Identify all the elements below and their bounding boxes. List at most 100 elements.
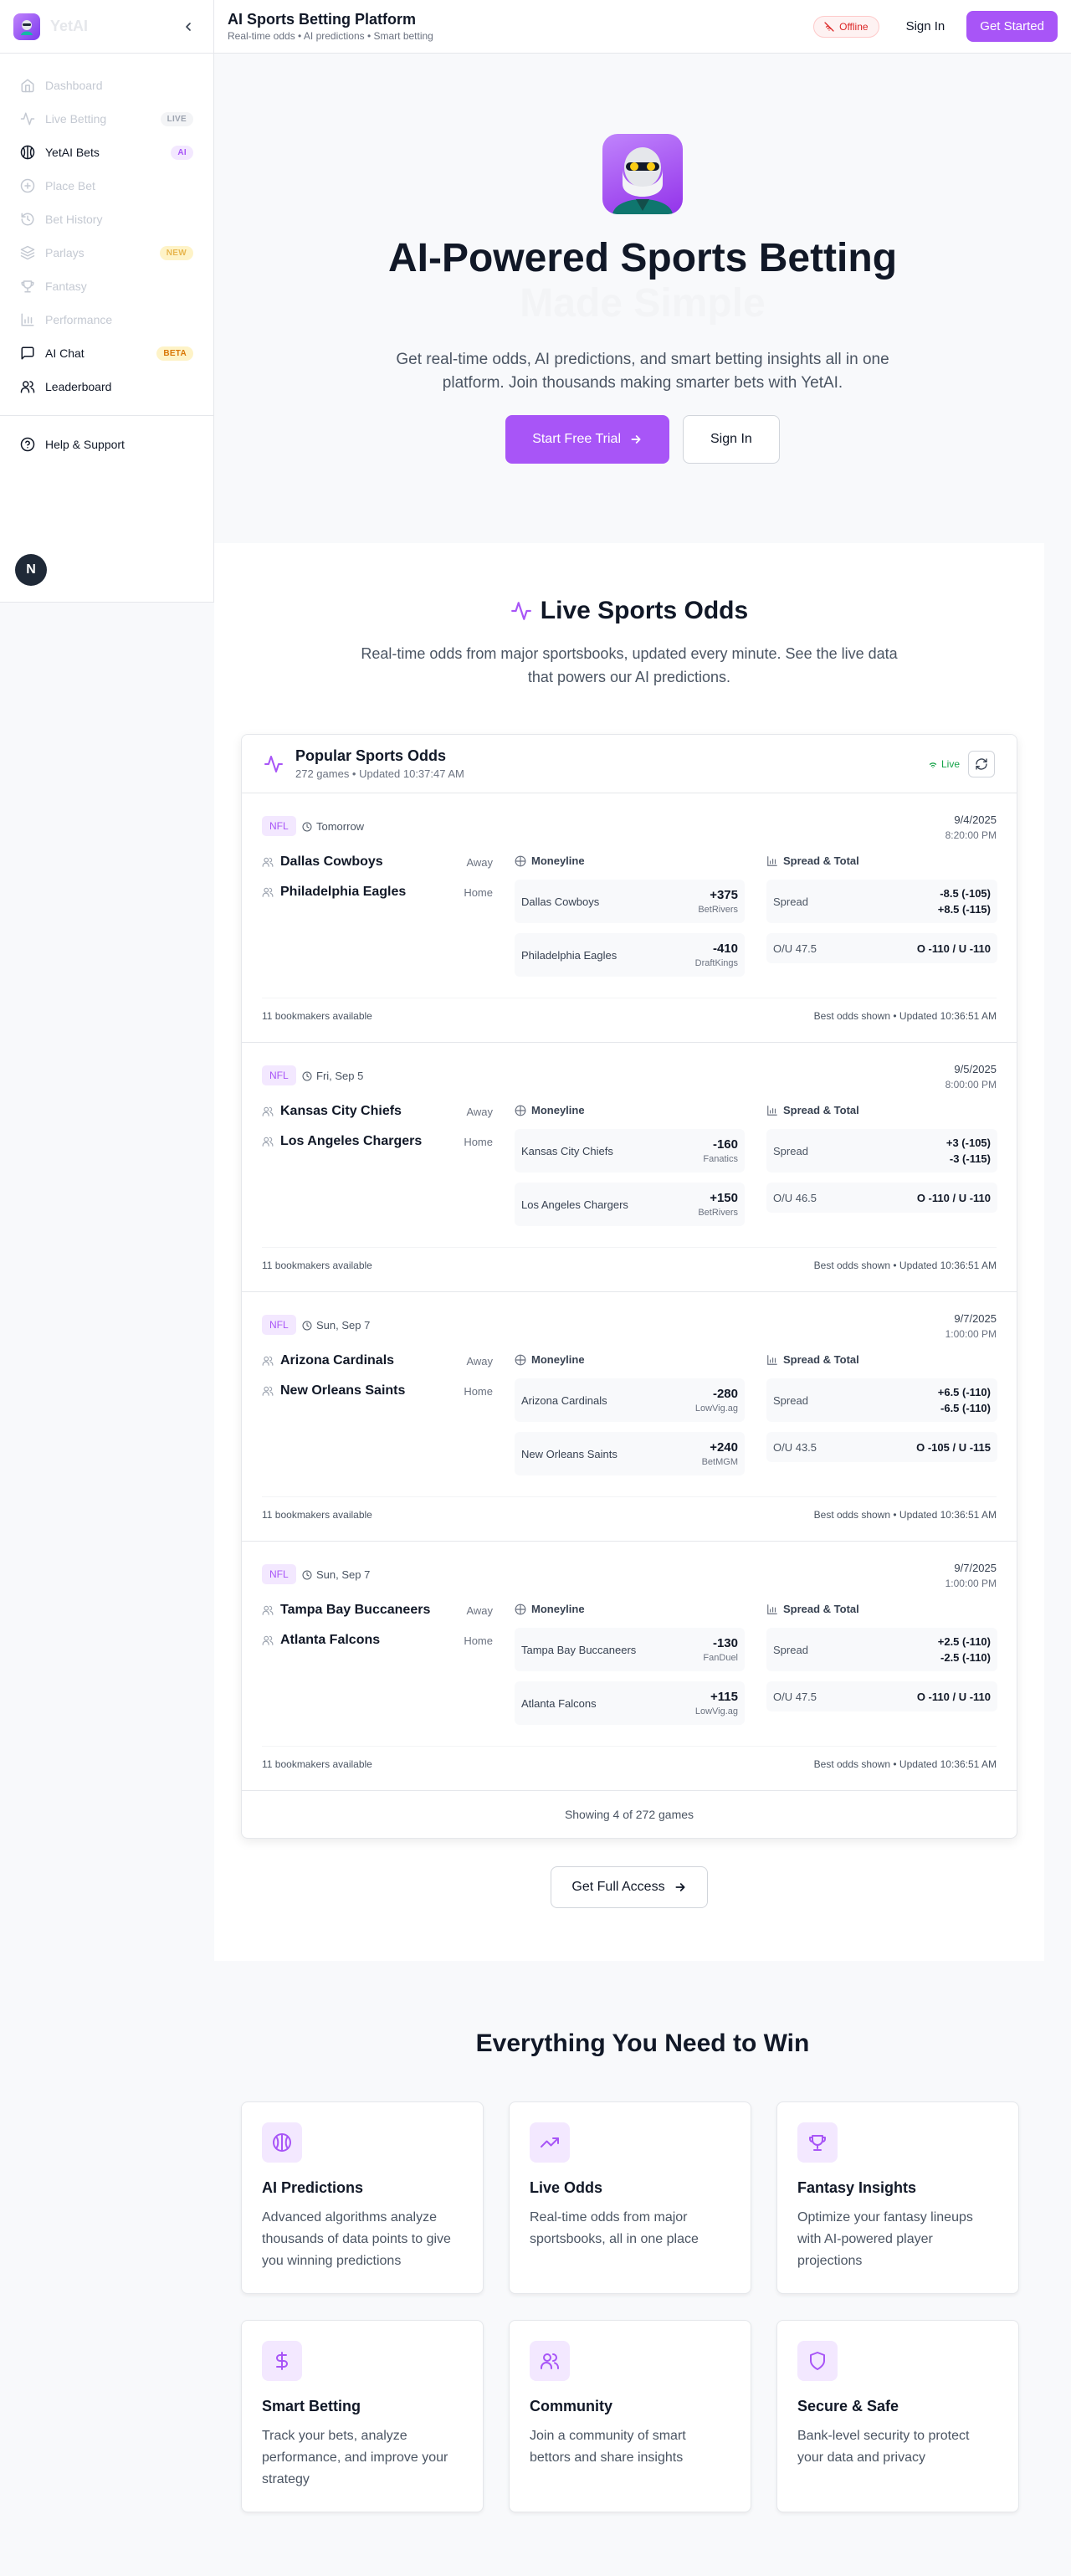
moneyline-price: -410 xyxy=(712,942,738,956)
game-time: 1:00:00 PM xyxy=(945,1578,997,1589)
trending-up-icon xyxy=(541,2137,559,2148)
spread-total-header: Spread & Total xyxy=(766,854,859,867)
total-row[interactable]: O/U 47.5 O -110 / U -110 xyxy=(766,933,997,963)
away-label: Away xyxy=(466,1354,493,1368)
odds-updated: Best odds shown • Updated 10:36:51 AM xyxy=(813,1260,997,1271)
total-label: O/U 46.5 xyxy=(773,1191,817,1204)
user-icon xyxy=(262,1355,274,1367)
moneyline-away[interactable]: Tampa Bay Buccaneers -130 FanDuel xyxy=(515,1628,745,1671)
feature-card: Secure & Safe Bank-level security to prot… xyxy=(776,2320,1019,2512)
sidebar-item-live-betting[interactable]: Live Betting LIVE xyxy=(10,102,203,136)
spread-label: Spread xyxy=(773,1643,808,1656)
moneyline-price: +115 xyxy=(710,1690,738,1704)
sidebar-item-place-bet[interactable]: Place Bet xyxy=(10,169,203,203)
page-title: AI Sports Betting Platform xyxy=(228,11,417,28)
spread-values: -8.5 (-105) +8.5 (-115) xyxy=(938,885,991,917)
user-icon xyxy=(262,856,274,868)
home-team: Philadelphia Eagles Home xyxy=(262,885,493,900)
help-circle-icon xyxy=(20,437,35,452)
refresh-button[interactable] xyxy=(968,750,995,777)
game-row: NFL Fri, Sep 5 9/5/2025 8:00:00 PM Kansa… xyxy=(242,1043,1017,1292)
showing-count: Showing 4 of 272 games xyxy=(564,1808,694,1821)
sidebar-item-label: Parlays xyxy=(45,246,85,259)
moneyline-home[interactable]: Atlanta Falcons +115 LowVig.ag xyxy=(515,1681,745,1725)
total-row[interactable]: O/U 43.5 O -105 / U -115 xyxy=(766,1432,997,1462)
sidebar-item-yetai-bets[interactable]: YetAI Bets AI xyxy=(10,136,203,169)
sign-in-button[interactable]: Sign In xyxy=(894,13,957,40)
moneyline-team: Tampa Bay Buccaneers xyxy=(521,1643,637,1656)
hero-description: Get real-time odds, AI predictions, and … xyxy=(396,351,889,392)
moneyline-home[interactable]: Los Angeles Chargers +150 BetRivers xyxy=(515,1183,745,1226)
away-label: Away xyxy=(466,1105,493,1118)
start-free-trial-button[interactable]: Start Free Trial xyxy=(505,415,669,464)
away-team-name: Kansas City Chiefs xyxy=(280,1104,402,1118)
odds-updated: Best odds shown • Updated 10:36:51 AM xyxy=(813,1758,997,1770)
moneyline-away[interactable]: Kansas City Chiefs -160 Fanatics xyxy=(515,1129,745,1173)
sidebar-item-parlays[interactable]: Parlays NEW xyxy=(10,236,203,269)
spread-row[interactable]: Spread +3 (-105) -3 (-115) xyxy=(766,1129,997,1173)
feature-card: Community Join a community of smart betto… xyxy=(509,2320,751,2512)
get-full-access-button[interactable]: Get Full Access xyxy=(551,1866,708,1908)
moneyline-home[interactable]: New Orleans Saints +240 BetMGM xyxy=(515,1432,745,1475)
logo[interactable] xyxy=(13,13,40,40)
home-label: Home xyxy=(464,1384,493,1398)
sidebar-item-leaderboard[interactable]: Leaderboard xyxy=(10,370,203,403)
moneyline-away[interactable]: Arizona Cardinals -280 LowVig.ag xyxy=(515,1378,745,1422)
home-team-name: Atlanta Falcons xyxy=(280,1633,381,1647)
user-icon xyxy=(262,886,274,898)
sidebar-item-ai-chat[interactable]: AI Chat BETA xyxy=(10,336,203,370)
sidebar-item-label: AI Chat xyxy=(45,346,85,360)
collapse-sidebar-button[interactable] xyxy=(177,15,200,38)
hero-sign-in-button[interactable]: Sign In xyxy=(683,415,780,464)
arrow-right-icon xyxy=(675,1883,685,1891)
game-when: Sun, Sep 7 xyxy=(302,1568,370,1581)
feature-icon-box xyxy=(262,2341,302,2381)
sidebar-item-fantasy[interactable]: Fantasy xyxy=(10,269,203,303)
sidebar-item-label: Dashboard xyxy=(45,79,103,92)
moneyline-home[interactable]: Philadelphia Eagles -410 DraftKings xyxy=(515,933,745,977)
spread-row[interactable]: Spread -8.5 (-105) +8.5 (-115) xyxy=(766,880,997,923)
target-icon xyxy=(515,1354,526,1365)
sidebar-item-label: Bet History xyxy=(45,213,103,226)
moneyline-away[interactable]: Dallas Cowboys +375 BetRivers xyxy=(515,880,745,923)
get-started-button[interactable]: Get Started xyxy=(966,11,1058,42)
users-icon xyxy=(541,2353,559,2369)
sidebar-item-dashboard[interactable]: Dashboard xyxy=(10,69,203,102)
sidebar-item-bet-history[interactable]: Bet History xyxy=(10,203,203,236)
moneyline-odds: -160 Fanatics xyxy=(703,1137,738,1164)
feature-title: Fantasy Insights xyxy=(797,2179,917,2196)
brain-icon xyxy=(273,2133,291,2152)
moneyline-header: Moneyline xyxy=(515,1353,585,1366)
sidebar-item-performance[interactable]: Performance xyxy=(10,303,203,336)
feature-icon-box xyxy=(530,2122,570,2163)
league-badge: NFL xyxy=(262,1315,296,1335)
sidebar-item-label: Leaderboard xyxy=(45,380,112,393)
feature-description: Optimize your fantasy lineups with AI-po… xyxy=(797,2210,973,2268)
user-icon xyxy=(262,1385,274,1397)
spread-total-header: Spread & Total xyxy=(766,1104,859,1116)
home-label: Home xyxy=(464,885,493,899)
spread-total-label: Spread & Total xyxy=(783,854,859,867)
spread-row[interactable]: Spread +6.5 (-110) -6.5 (-110) xyxy=(766,1378,997,1422)
live-badge: LIVE xyxy=(160,111,193,126)
moneyline-label: Moneyline xyxy=(531,1104,585,1116)
sidebar-item-help[interactable]: Help & Support xyxy=(10,428,203,461)
activity-icon xyxy=(20,111,35,126)
total-row[interactable]: O/U 46.5 O -110 / U -110 xyxy=(766,1183,997,1213)
home-team: Atlanta Falcons Home xyxy=(262,1633,493,1648)
hero-avatar xyxy=(602,134,683,214)
sidebar-item-label: Live Betting xyxy=(45,112,107,126)
spread-values: +3 (-105) -3 (-115) xyxy=(946,1135,991,1167)
sidebar-header: YetAI xyxy=(0,0,213,54)
total-row[interactable]: O/U 47.5 O -110 / U -110 xyxy=(766,1681,997,1711)
spread-row[interactable]: Spread +2.5 (-110) -2.5 (-110) xyxy=(766,1628,997,1671)
away-team-name: Dallas Cowboys xyxy=(280,854,383,869)
bar-chart-icon xyxy=(767,1354,777,1365)
game-footer: 11 bookmakers available Best odds shown … xyxy=(262,1746,997,1770)
floating-avatar-button[interactable]: N xyxy=(15,554,47,586)
moneyline-label: Moneyline xyxy=(531,1353,585,1366)
moneyline-team: Los Angeles Chargers xyxy=(521,1198,628,1211)
spread-away: +6.5 (-110) xyxy=(937,1386,991,1398)
status-badge: Offline xyxy=(813,15,879,38)
home-team-name: Los Angeles Chargers xyxy=(280,1134,423,1148)
